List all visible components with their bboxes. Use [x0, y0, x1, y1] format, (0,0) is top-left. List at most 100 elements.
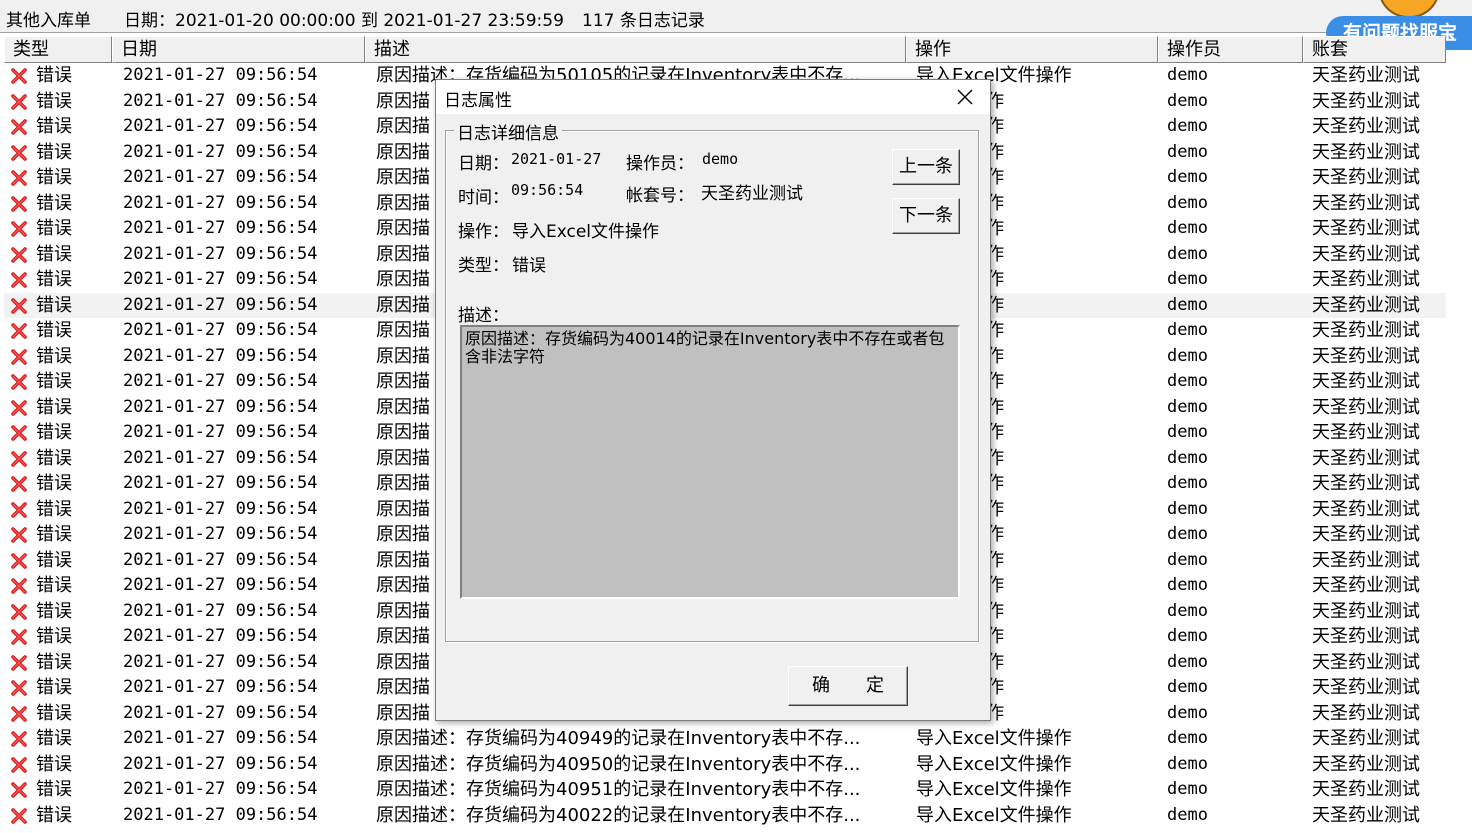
cell-operator: demo: [1167, 243, 1208, 264]
column-header-description[interactable]: 描述: [365, 36, 906, 63]
cell-date: 2021-01-27 09:56:54: [123, 65, 318, 85]
cell-account: 天圣药业测试: [1312, 192, 1420, 214]
cell-account: 天圣药业测试: [1312, 345, 1420, 367]
error-icon: [10, 552, 28, 570]
column-header-operation[interactable]: 操作: [906, 36, 1158, 63]
error-icon: [10, 450, 28, 468]
cell-account: 天圣药业测试: [1312, 218, 1420, 239]
column-header-operator[interactable]: 操作员: [1158, 36, 1303, 63]
cell-account: 天圣药业测试: [1312, 600, 1420, 622]
table-row[interactable]: 错误 2021-01-27 09:56:54 原因描述：存货编码为40951的记录在…: [4, 777, 1446, 803]
cell-type: 错误: [36, 192, 72, 214]
error-icon: [10, 705, 28, 723]
cell-date: 2021-01-27 09:56:54: [123, 600, 318, 621]
cell-account: 天圣药业测试: [1312, 753, 1420, 775]
cell-type: 错误: [36, 600, 72, 622]
error-icon: [10, 297, 28, 315]
cell-date: 2021-01-27 09:56:54: [123, 243, 318, 264]
cell-account: 天圣药业测试: [1312, 677, 1420, 698]
cell-type: 错误: [36, 65, 72, 86]
error-icon: [10, 271, 28, 289]
time-label: 时间：: [458, 188, 509, 208]
cell-date: 2021-01-27 09:56:54: [123, 447, 318, 468]
cell-operator: demo: [1167, 218, 1208, 238]
time-value: 09:56:54: [511, 181, 584, 199]
cell-type: 错误: [36, 396, 72, 418]
cell-account: 天圣药业测试: [1312, 167, 1420, 188]
cell-account: 天圣药业测试: [1312, 728, 1420, 749]
cell-account: 天圣药业测试: [1312, 473, 1420, 494]
operator-value: demo: [702, 150, 739, 168]
column-header-account[interactable]: 账套: [1303, 36, 1446, 63]
cell-date: 2021-01-27 09:56:54: [123, 473, 318, 493]
table-row[interactable]: 错误 2021-01-27 09:56:54 原因描述：存货编码为40949的记录在…: [4, 726, 1446, 752]
error-icon: [10, 654, 28, 672]
cell-type: 错误: [36, 167, 72, 188]
cell-date: 2021-01-27 09:56:54: [123, 192, 318, 213]
cell-type: 错误: [36, 473, 72, 494]
cell-date: 2021-01-27 09:56:54: [123, 371, 318, 391]
next-button[interactable]: 下一条: [892, 198, 960, 234]
cell-operator: demo: [1167, 651, 1208, 672]
cell-type: 错误: [36, 218, 72, 239]
error-icon: [10, 220, 28, 238]
module-title: 其他入库单: [6, 11, 91, 31]
cell-operator: demo: [1167, 524, 1208, 544]
error-icon: [10, 67, 28, 85]
error-icon: [10, 246, 28, 264]
error-icon: [10, 169, 28, 187]
cell-operator: demo: [1167, 116, 1208, 136]
cell-date: 2021-01-27 09:56:54: [123, 753, 318, 774]
group-label: 日志详细信息: [454, 119, 562, 144]
cell-account: 天圣药业测试: [1312, 804, 1420, 826]
error-icon: [10, 475, 28, 493]
cell-date: 2021-01-27 09:56:54: [123, 804, 318, 825]
cell-account: 天圣药业测试: [1312, 702, 1420, 724]
cell-type: 错误: [36, 90, 72, 112]
cell-type: 错误: [36, 753, 72, 775]
table-row[interactable]: 错误 2021-01-27 09:56:54 原因描述：存货编码为40950的记录在…: [4, 752, 1446, 778]
cell-account: 天圣药业测试: [1312, 269, 1420, 290]
cell-operator: demo: [1167, 294, 1208, 315]
cell-date: 2021-01-27 09:56:54: [123, 498, 318, 519]
close-icon[interactable]: [950, 83, 980, 111]
cell-operator: demo: [1167, 396, 1208, 417]
cell-date: 2021-01-27 09:56:54: [123, 141, 318, 162]
cell-type: 错误: [36, 804, 72, 826]
cell-type: 错误: [36, 294, 72, 316]
operator-label: 操作员：: [626, 154, 694, 174]
account-value: 天圣药业测试: [701, 184, 803, 204]
cell-type: 错误: [36, 345, 72, 367]
column-header-date[interactable]: 日期: [112, 36, 365, 63]
cell-account: 天圣药业测试: [1312, 779, 1420, 800]
record-count: 117 条日志记录: [582, 11, 705, 31]
description-textbox[interactable]: 原因描述：存货编码为40014的记录在Inventory表中不存在或者包含非法字…: [460, 325, 960, 599]
cell-account: 天圣药业测试: [1312, 371, 1420, 392]
cell-description: 原因描述：存货编码为40950的记录在Inventory表中不存...: [376, 753, 861, 775]
cell-type: 错误: [36, 702, 72, 724]
cell-type: 错误: [36, 626, 72, 647]
previous-button[interactable]: 上一条: [892, 149, 960, 185]
cell-account: 天圣药业测试: [1312, 243, 1420, 265]
cell-date: 2021-01-27 09:56:54: [123, 167, 318, 187]
error-icon: [10, 679, 28, 697]
cell-date: 2021-01-27 09:56:54: [123, 575, 318, 595]
cell-account: 天圣药业测试: [1312, 90, 1420, 112]
dialog-title-bar[interactable]: 日志属性: [436, 80, 990, 114]
cell-type: 错误: [36, 422, 72, 443]
cell-operation: 导入Excel文件操作: [916, 779, 1072, 800]
cell-operator: demo: [1167, 498, 1208, 519]
cell-account: 天圣药业测试: [1312, 549, 1420, 571]
table-header: 类型 日期 描述 操作 操作员 账套: [4, 36, 1446, 63]
column-header-type[interactable]: 类型: [4, 36, 112, 63]
cell-date: 2021-01-27 09:56:54: [123, 549, 318, 570]
cell-date: 2021-01-27 09:56:54: [123, 702, 318, 723]
ok-button[interactable]: 确 定: [788, 666, 908, 706]
cell-account: 天圣药业测试: [1312, 524, 1420, 545]
cell-date: 2021-01-27 09:56:54: [123, 218, 318, 238]
cell-date: 2021-01-27 09:56:54: [123, 320, 318, 340]
error-icon: [10, 730, 28, 748]
cell-type: 错误: [36, 320, 72, 341]
table-row[interactable]: 错误 2021-01-27 09:56:54 原因描述：存货编码为40022的记录在…: [4, 803, 1446, 829]
cell-operator: demo: [1167, 728, 1208, 748]
